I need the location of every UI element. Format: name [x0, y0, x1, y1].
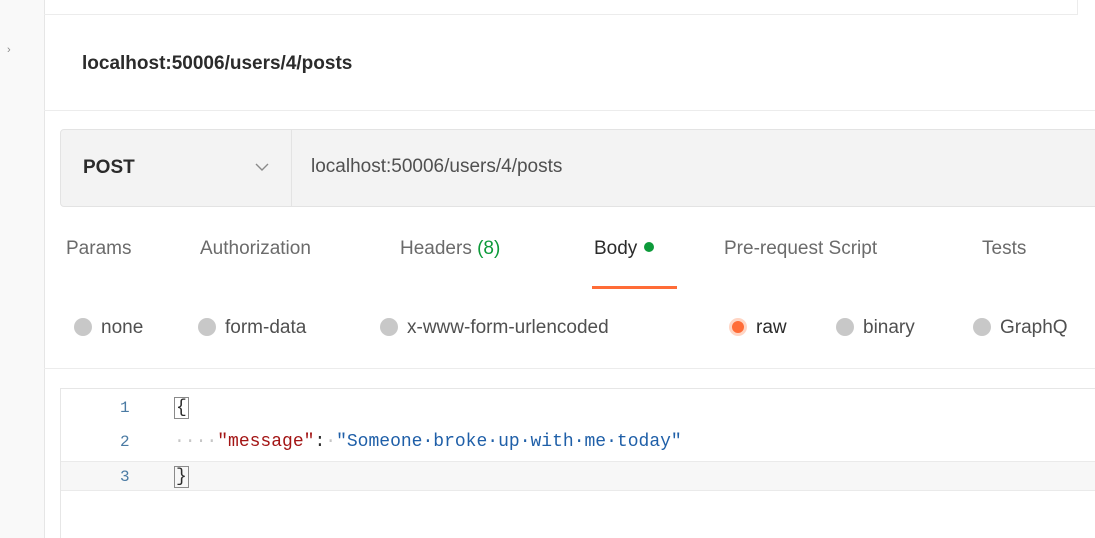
line-number: 3 [120, 468, 130, 486]
option-form-data[interactable]: form-data [198, 317, 306, 339]
option-none-label: none [101, 317, 144, 338]
body-status-dot [644, 242, 655, 252]
json-string-value: "Someone·broke·up·with·me·today" [336, 432, 682, 452]
active-tab-underline [592, 286, 677, 289]
title-divider [44, 110, 1095, 111]
line-code: ····"message":·"Someone·broke·up·with·me… [174, 432, 682, 452]
tab-pre-request-script[interactable]: Pre-request Script [724, 238, 877, 260]
option-graphql[interactable]: GraphQ [973, 317, 1068, 339]
json-key: "message" [217, 432, 315, 452]
line-code: { [174, 397, 189, 419]
radio-graphql[interactable] [973, 318, 991, 336]
radio-none[interactable] [74, 318, 92, 336]
option-raw-label: raw [756, 317, 787, 338]
tab-tests[interactable]: Tests [982, 238, 1026, 260]
option-raw[interactable]: raw [729, 317, 787, 339]
radio-form-data[interactable] [198, 318, 216, 336]
editor-line: 1 { [61, 393, 1095, 423]
request-tabs: Params Authorization Headers (8) Body Pr… [0, 238, 1095, 290]
option-none[interactable]: none [74, 317, 143, 339]
url-bar: POST localhost:50006/users/4/posts [60, 129, 1095, 207]
options-divider [44, 368, 1095, 369]
editor-line: 2 ····"message":·"Someone·broke·up·with·… [61, 427, 1095, 457]
option-x-www-form-urlencoded[interactable]: x-www-form-urlencoded [380, 317, 609, 339]
close-brace: } [174, 466, 189, 488]
request-title: localhost:50006/users/4/posts [82, 53, 353, 74]
body-type-options: none form-data x-www-form-urlencoded raw… [0, 317, 1095, 347]
json-colon: : [314, 432, 326, 452]
editor-line-current: 3 } [61, 461, 1095, 491]
option-binary-label: binary [863, 317, 915, 338]
url-input[interactable]: localhost:50006/users/4/posts [311, 156, 562, 178]
indent-guide: ···· [174, 432, 218, 452]
tab-body-label: Body [594, 238, 638, 259]
whitespace-dot: · [325, 432, 337, 452]
tab-body[interactable]: Body [594, 238, 655, 260]
radio-x-www-form-urlencoded[interactable] [380, 318, 398, 336]
top-strip [44, 0, 1078, 15]
headers-count-badge: (8) [477, 238, 501, 259]
tab-params[interactable]: Params [66, 238, 131, 260]
collapse-icon[interactable]: › [7, 44, 11, 56]
line-code: } [174, 466, 189, 488]
tab-headers-label: Headers [400, 238, 472, 259]
radio-binary[interactable] [836, 318, 854, 336]
line-number: 2 [120, 433, 130, 451]
radio-raw[interactable] [729, 318, 747, 336]
method-select[interactable]: POST [61, 130, 292, 206]
option-graphql-label: GraphQ [1000, 317, 1068, 338]
open-brace: { [174, 397, 189, 419]
method-label: POST [83, 157, 135, 178]
option-x-www-form-urlencoded-label: x-www-form-urlencoded [407, 317, 609, 338]
line-number: 1 [120, 399, 130, 417]
tab-authorization[interactable]: Authorization [200, 238, 311, 260]
tab-headers[interactable]: Headers (8) [400, 238, 500, 260]
code-editor[interactable]: 1 { 2 ····"message":·"Someone·broke·up·w… [60, 388, 1095, 538]
option-binary[interactable]: binary [836, 317, 915, 339]
option-form-data-label: form-data [225, 317, 307, 338]
chevron-down-icon [255, 163, 269, 171]
